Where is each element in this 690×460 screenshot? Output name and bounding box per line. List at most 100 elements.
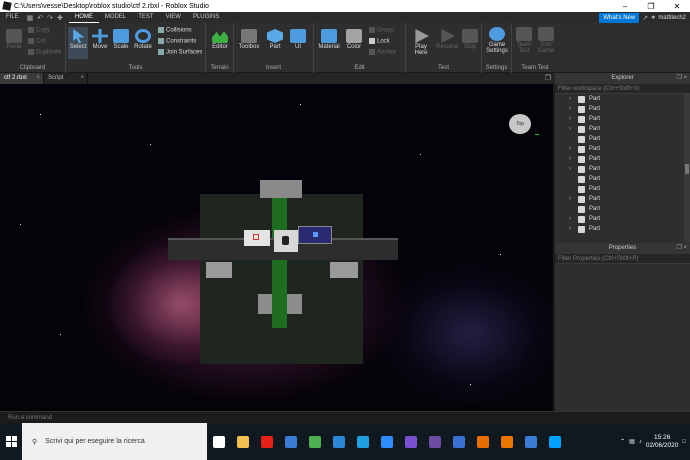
properties-filter-input[interactable]: Filter Properties (Ctrl+Shift+P) bbox=[555, 254, 690, 264]
explorer-scrollbar[interactable] bbox=[684, 94, 690, 242]
taskbar-search-box[interactable]: ⚲ Scrivi qui per eseguire la ricerca bbox=[22, 423, 207, 460]
rotate-button[interactable]: Rotate bbox=[132, 29, 154, 50]
tab-test[interactable]: TEST bbox=[132, 12, 159, 23]
game-settings-button[interactable]: Game Settings bbox=[483, 27, 511, 54]
close-tab-icon[interactable]: × bbox=[80, 73, 84, 84]
taskbar-clock[interactable]: 15:26 02/06/2020 bbox=[646, 434, 679, 450]
explorer-item[interactable]: › Part bbox=[555, 224, 690, 234]
blender-icon[interactable] bbox=[495, 423, 519, 460]
minimize-button[interactable]: – bbox=[612, 2, 638, 11]
explorer-item[interactable]: › Part bbox=[555, 164, 690, 174]
3d-viewport[interactable]: Top bbox=[0, 84, 553, 411]
edge-icon[interactable] bbox=[351, 423, 375, 460]
panel-controls-icon[interactable]: ❐ × bbox=[676, 73, 687, 84]
task-view-icon[interactable] bbox=[207, 423, 231, 460]
tab-script[interactable]: Script × bbox=[44, 73, 88, 84]
collisions-toggle[interactable]: Collisions bbox=[158, 27, 192, 34]
tab-ctf-2[interactable]: ctf 2.rbxl × bbox=[0, 73, 44, 84]
play-here-button[interactable]: Play Here bbox=[408, 29, 434, 56]
panel-controls-icon[interactable]: ❐ × bbox=[676, 243, 687, 254]
expand-arrow-icon[interactable]: › bbox=[569, 94, 575, 104]
duplicate-button[interactable]: Duplicate bbox=[28, 49, 61, 56]
store-icon[interactable] bbox=[279, 423, 303, 460]
volume-icon[interactable]: ♪ bbox=[639, 439, 642, 445]
file-menu[interactable]: FILE bbox=[0, 12, 25, 23]
expand-arrow-icon[interactable]: › bbox=[569, 214, 575, 224]
roblox-studio-icon[interactable] bbox=[543, 423, 567, 460]
paste-button[interactable]: Paste bbox=[4, 29, 24, 50]
whats-new-button[interactable]: What's New bbox=[599, 12, 640, 23]
scrollbar-thumb[interactable] bbox=[685, 164, 689, 174]
scale-button[interactable]: Scale bbox=[111, 29, 131, 50]
part-button[interactable]: Part bbox=[264, 29, 286, 50]
tab-model[interactable]: MODEL bbox=[99, 12, 132, 23]
expand-arrow-icon[interactable]: › bbox=[569, 104, 575, 114]
explorer-filter-input[interactable]: Filter workspace (Ctrl+Shift+X) bbox=[555, 84, 690, 94]
explorer-item[interactable]: Part bbox=[555, 204, 690, 214]
explorer-item[interactable]: Part bbox=[555, 134, 690, 144]
expand-arrow-icon[interactable]: › bbox=[569, 154, 575, 164]
constraints-toggle[interactable]: Constraints bbox=[158, 38, 196, 45]
group-button[interactable]: Group bbox=[369, 27, 394, 34]
java-icon[interactable] bbox=[471, 423, 495, 460]
explorer-item[interactable]: › Part bbox=[555, 124, 690, 134]
explorer-item[interactable]: › Part bbox=[555, 104, 690, 114]
command-bar-input[interactable]: Run a command bbox=[8, 415, 52, 421]
explorer-item[interactable]: › Part bbox=[555, 114, 690, 124]
start-button[interactable] bbox=[0, 423, 22, 460]
exit-game-button[interactable]: Exit Game bbox=[536, 27, 556, 54]
ui-button[interactable]: UI bbox=[288, 29, 308, 50]
explorer-item[interactable]: › Part bbox=[555, 194, 690, 204]
command-bar[interactable]: Run a command bbox=[0, 411, 690, 423]
expand-arrow-icon[interactable]: › bbox=[569, 114, 575, 124]
close-tab-icon[interactable]: × bbox=[36, 73, 40, 84]
expand-arrow-icon[interactable]: › bbox=[569, 124, 575, 134]
chrome-icon[interactable] bbox=[303, 423, 327, 460]
expand-arrow-icon[interactable]: › bbox=[569, 194, 575, 204]
explorer-item[interactable]: › Part bbox=[555, 214, 690, 224]
move-button[interactable]: Move bbox=[90, 29, 110, 50]
user-name[interactable]: mattitech2 bbox=[658, 15, 686, 21]
lock-button[interactable]: Lock bbox=[369, 38, 390, 45]
anchor-button[interactable]: Anchor bbox=[369, 49, 396, 56]
toolbox-button[interactable]: Toolbox bbox=[236, 29, 262, 50]
explorer-item[interactable]: › Part bbox=[555, 94, 690, 104]
expand-arrow-icon[interactable]: › bbox=[569, 164, 575, 174]
maximize-button[interactable]: ❐ bbox=[638, 2, 664, 11]
cut-button[interactable]: Cut bbox=[28, 38, 45, 45]
tab-view[interactable]: VIEW bbox=[160, 12, 187, 23]
material-button[interactable]: Material bbox=[316, 29, 342, 50]
redo-icon[interactable]: ↷ bbox=[47, 14, 53, 22]
save-icon[interactable]: ▦ bbox=[27, 14, 34, 22]
team-test-button[interactable]: Team Test bbox=[513, 27, 535, 54]
resume-button[interactable]: Resume bbox=[436, 29, 458, 50]
network-icon[interactable]: ▤ bbox=[629, 438, 635, 445]
roblox-icon[interactable] bbox=[519, 423, 543, 460]
mail-icon[interactable] bbox=[327, 423, 351, 460]
select-button[interactable]: Select bbox=[68, 27, 88, 59]
explorer-item[interactable]: Part bbox=[555, 174, 690, 184]
view-cube[interactable]: Top bbox=[509, 114, 539, 136]
tab-home[interactable]: HOME bbox=[68, 12, 99, 23]
explorer-item[interactable]: › Part bbox=[555, 144, 690, 154]
zoom-icon[interactable] bbox=[375, 423, 399, 460]
color-button[interactable]: Color bbox=[344, 29, 364, 50]
expand-arrow-icon[interactable]: › bbox=[569, 144, 575, 154]
expand-arrow-icon[interactable]: › bbox=[569, 224, 575, 234]
share-icon[interactable]: ↗ bbox=[642, 14, 648, 22]
restore-viewport-icon[interactable]: ❐ bbox=[545, 73, 555, 84]
notifications-icon[interactable]: □ bbox=[682, 439, 686, 445]
explorer-item[interactable]: › Part bbox=[555, 154, 690, 164]
app-jw-icon[interactable] bbox=[423, 423, 447, 460]
tray-chevron-icon[interactable]: ⌃ bbox=[620, 438, 625, 445]
undo-icon[interactable]: ↶ bbox=[37, 14, 43, 22]
stop-button[interactable]: Stop bbox=[460, 29, 480, 50]
file-explorer-icon[interactable] bbox=[231, 423, 255, 460]
join-surfaces-toggle[interactable]: Join Surfaces bbox=[158, 49, 202, 56]
terrain-editor-button[interactable]: Editor bbox=[209, 29, 231, 50]
add-icon[interactable]: ✚ bbox=[57, 14, 63, 22]
app-icon-2[interactable] bbox=[447, 423, 471, 460]
close-button[interactable]: ✕ bbox=[664, 2, 690, 11]
tab-plugins[interactable]: PLUGINS bbox=[187, 12, 225, 23]
explorer-item[interactable]: Part bbox=[555, 184, 690, 194]
